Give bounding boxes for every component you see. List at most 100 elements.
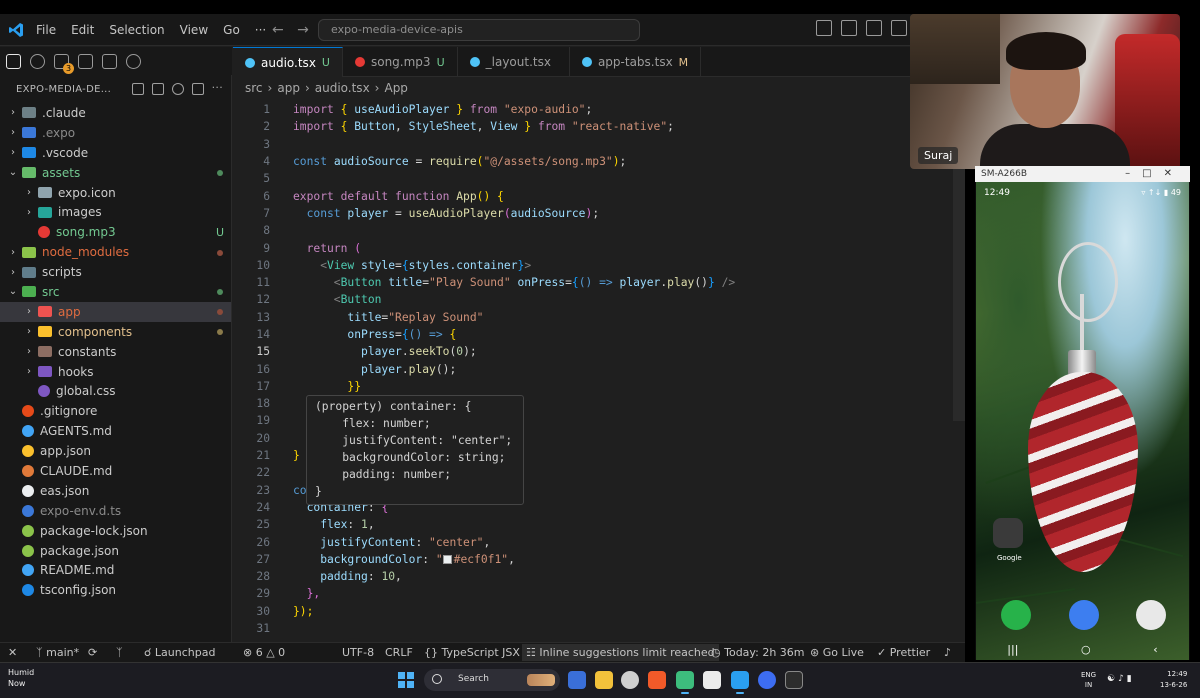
tree-folder[interactable]: ⌄ src [0,282,231,302]
tree-folder[interactable]: › components [0,322,231,342]
search-icon[interactable] [30,53,45,69]
menu-item[interactable]: View [180,23,208,37]
menu-item[interactable]: File [36,23,56,37]
tree-file[interactable]: package-lock.json [0,521,231,541]
code-token: Button [354,120,396,134]
editor-scrollbar[interactable] [953,131,965,421]
tree-folder[interactable]: › images [0,202,231,222]
file-explorer-icon[interactable] [595,671,613,689]
new-folder-icon[interactable] [151,83,164,95]
menu-item[interactable]: Go [223,23,240,37]
encoding-indicator[interactable]: UTF-8 [342,646,374,659]
color-swatch[interactable] [442,554,452,564]
more-actions-icon[interactable]: ··· [212,82,223,95]
language-indicator[interactable]: ENG IN [1081,670,1096,690]
copilot-icon[interactable] [816,20,832,36]
window-controls[interactable]: –□✕ [1125,166,1184,182]
tree-file[interactable]: README.md [0,560,231,580]
editor-tab[interactable]: _layout.tsx [458,47,570,77]
back-icon[interactable]: ‹ [1153,643,1157,656]
tree-folder[interactable]: › .expo [0,123,231,143]
tree-folder[interactable]: › app [0,301,231,322]
google-folder-icon[interactable] [993,518,1023,548]
git-graph-icon[interactable]: ᛉ [116,646,123,659]
prettier-indicator[interactable]: ✓ Prettier [877,646,930,659]
tree-file[interactable]: .gitignore [0,401,231,421]
tree-folder[interactable]: › expo.icon [0,183,231,203]
android-mirror-icon[interactable] [676,671,694,694]
breadcrumb-item[interactable]: audio.tsx [315,81,370,95]
problems-indicator[interactable]: ⊗ 6 △ 0 [243,646,285,659]
tree-folder[interactable]: › node_modules [0,242,231,262]
menu-item[interactable]: ··· [255,23,266,37]
editor-tab[interactable]: app-tabs.tsx M [570,47,702,77]
tree-folder[interactable]: › hooks [0,362,231,382]
inline-suggestions-indicator[interactable]: ☷ Inline suggestions limit reached [522,644,719,661]
editor-tab[interactable]: audio.tsx U [233,47,343,77]
taskbar-clock[interactable]: 12:49 13-6-26 [1160,669,1187,691]
sync-icon[interactable]: ⟳ [88,646,97,659]
new-file-icon[interactable] [131,83,144,95]
system-tray-icons[interactable]: ☯♪▮ [1107,674,1135,684]
run-debug-icon[interactable] [78,53,93,69]
breadcrumb-item[interactable]: App [384,81,407,95]
toggle-sidebar-icon[interactable] [841,20,857,36]
launchpad-item[interactable]: ☌ Launchpad [144,646,215,659]
menu-item[interactable]: Selection [109,23,164,37]
command-center-search[interactable]: expo-media-device-apis [318,19,640,41]
tree-folder[interactable]: ⌄ assets [0,163,231,183]
messages-app-icon[interactable] [1069,600,1099,630]
nav-arrows[interactable]: ← → [272,22,309,38]
file-icon [22,484,34,497]
vscode-taskbar-icon[interactable] [731,671,749,694]
home-icon[interactable]: ○ [1081,643,1091,656]
collapse-all-icon[interactable] [191,83,204,95]
language-indicator[interactable]: {} TypeScript JSX [424,646,520,659]
tree-file[interactable]: AGENTS.md [0,421,231,441]
notion-icon[interactable] [703,671,721,689]
breadcrumb-item[interactable]: src [245,81,263,95]
editor-tab[interactable]: song.mp3 U [343,47,458,77]
folder-icon [22,246,36,258]
zoom-icon[interactable] [758,671,776,689]
time-tracker[interactable]: ◷ Today: 2h 36m [711,646,805,659]
eol-indicator[interactable]: CRLF [385,646,413,659]
tree-folder[interactable]: › .claude [0,103,231,123]
explorer-icon[interactable] [6,53,21,69]
tree-file[interactable]: app.json [0,441,231,461]
tree-file[interactable]: CLAUDE.md [0,461,231,481]
remote-icon[interactable] [126,53,141,69]
extensions-icon[interactable] [102,53,117,69]
phone-app-icon[interactable] [1001,600,1031,630]
camera-app-icon[interactable] [1136,600,1166,630]
tree-file[interactable]: eas.json [0,481,231,501]
code-editor[interactable]: 1 import { useAudioPlayer } from "expo-au… [233,101,965,637]
refresh-icon[interactable] [171,83,184,95]
weather-widget[interactable]: Humid Now [8,667,34,689]
tree-folder[interactable]: › .vscode [0,143,231,163]
branch-indicator[interactable]: ᛉ main* [36,646,79,659]
tree-file[interactable]: package.json [0,541,231,561]
toggle-secondary-icon[interactable] [891,20,907,36]
code-text: } [270,449,300,462]
phone-screen[interactable]: 12:49 ▿ ↑↓ ▮ 49 Google ||| ○ ‹ [976,182,1189,660]
start-button-icon[interactable] [398,672,414,688]
tree-file[interactable]: global.css [0,381,231,401]
tree-folder[interactable]: › scripts [0,262,231,282]
recents-icon[interactable]: ||| [1007,643,1018,656]
terminal-icon[interactable] [785,671,803,689]
notifications-bell-icon[interactable]: ♪ [944,646,951,659]
breadcrumb-item[interactable]: app [277,81,300,95]
toggle-panel-icon[interactable] [866,20,882,36]
menu-item[interactable]: Edit [71,23,94,37]
source-control-icon[interactable]: 3 [54,53,74,74]
task-view-icon[interactable] [568,671,586,689]
tree-file[interactable]: expo-env.d.ts [0,501,231,521]
brave-icon[interactable] [648,671,666,689]
chrome-icon[interactable] [621,671,639,689]
remote-indicator[interactable]: ✕ [8,646,17,659]
tree-file[interactable]: song.mp3 U [0,222,231,242]
go-live-button[interactable]: ⊛ Go Live [810,646,864,659]
tree-folder[interactable]: › constants [0,342,231,362]
tree-file[interactable]: tsconfig.json [0,580,231,600]
